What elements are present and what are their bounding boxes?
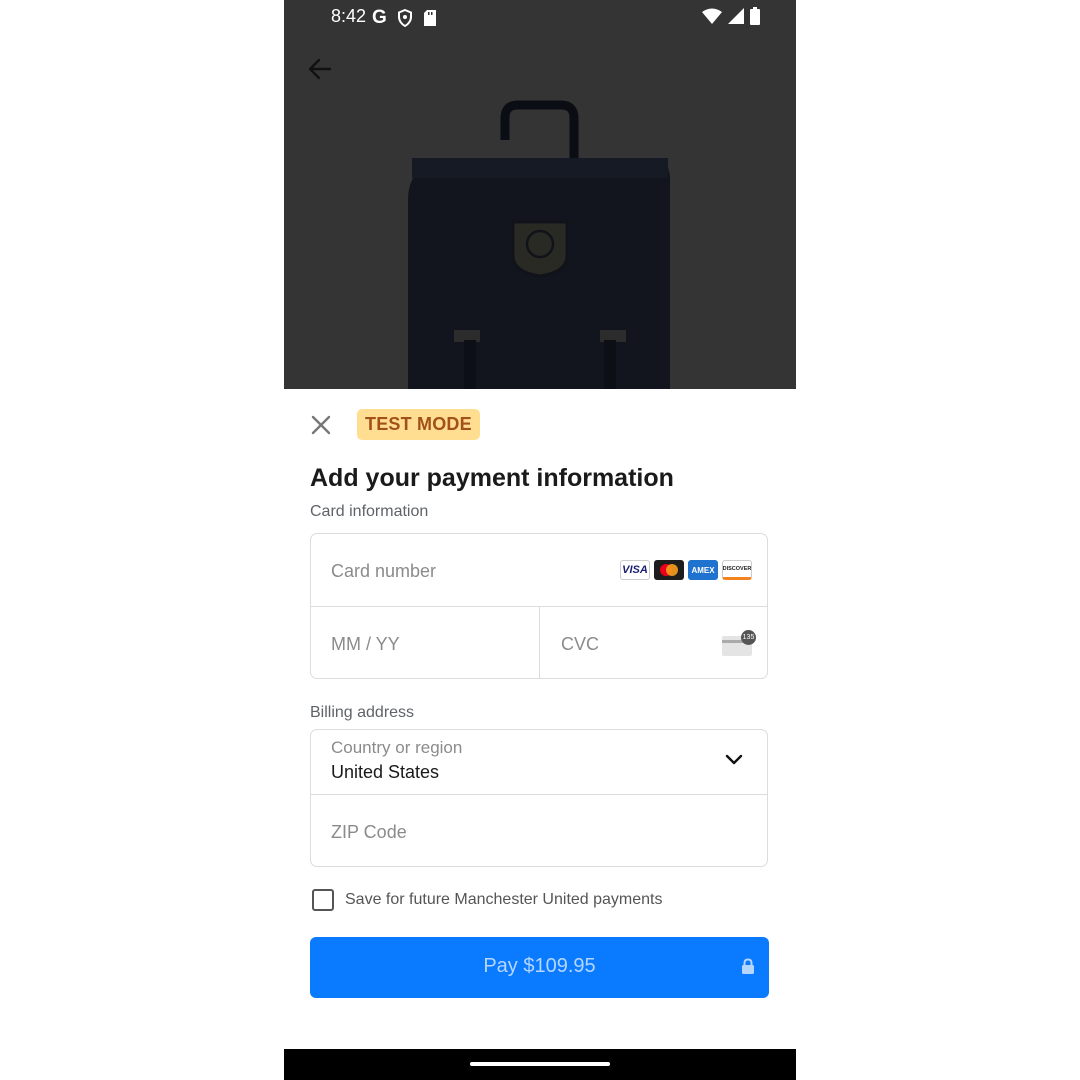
lock-icon [742,958,754,974]
status-left-icons: G [372,7,437,29]
pay-button[interactable]: Pay $109.95 [310,937,769,998]
country-value: United States [331,762,440,782]
card-expiry-cvc-row: MM / YY CVC 135 [311,607,767,680]
card-number-field[interactable]: Card number VISA AMEX DISCOVER [311,534,767,607]
cvc-card-icon: 135 [722,630,756,656]
status-right-icons [702,7,760,25]
billing-address-box: Country or region United States ZIP Code [310,729,768,867]
billing-address-label: Billing address [310,704,415,721]
test-mode-badge: TEST MODE [357,409,480,440]
expiry-placeholder: MM / YY [331,634,400,654]
signal-icon [728,8,744,24]
discover-logo: DISCOVER [722,560,752,580]
visa-logo: VISA [620,560,650,580]
page-title: Add your payment information [310,464,674,492]
card-number-placeholder: Card number [331,561,437,581]
card-information-box: Card number VISA AMEX DISCOVER MM / YY C… [310,533,768,679]
pay-button-label: Pay $109.95 [483,955,596,977]
mastercard-logo [654,560,684,580]
phone-screen: 8:42 G TEST MODE Add your payment inform… [284,0,796,1080]
country-label: Country or region [331,738,463,757]
cvc-placeholder: CVC [561,634,600,654]
wifi-icon [702,8,722,24]
chevron-down-icon [725,754,743,765]
close-icon[interactable] [310,414,332,436]
payment-sheet: TEST MODE Add your payment information C… [284,389,796,1049]
cvc-field[interactable]: CVC 135 [540,607,769,679]
card-information-label: Card information [310,503,429,520]
zip-code-field[interactable]: ZIP Code [311,795,767,867]
battery-icon [750,7,760,25]
product-image-area: 8:42 G [284,0,796,389]
save-payment-checkbox[interactable] [312,889,334,911]
status-bar: 8:42 G [284,0,796,34]
navigation-bar [284,1049,796,1080]
card-brand-logos: VISA AMEX DISCOVER [620,560,752,580]
product-image [408,100,670,389]
cvc-hint-digits: 135 [741,630,756,645]
expiry-field[interactable]: MM / YY [311,607,540,679]
amex-logo: AMEX [688,560,718,580]
shield-icon [397,9,412,27]
status-time: 8:42 [331,6,367,26]
zip-code-placeholder: ZIP Code [331,822,407,842]
country-select[interactable]: Country or region United States [311,730,767,795]
home-indicator[interactable] [470,1062,610,1066]
google-icon: G [372,7,387,28]
back-arrow-icon[interactable] [306,55,334,83]
save-payment-checkbox-row[interactable]: Save for future Manchester United paymen… [312,886,663,914]
save-payment-label: Save for future Manchester United paymen… [345,891,663,908]
sd-card-icon [423,10,436,26]
